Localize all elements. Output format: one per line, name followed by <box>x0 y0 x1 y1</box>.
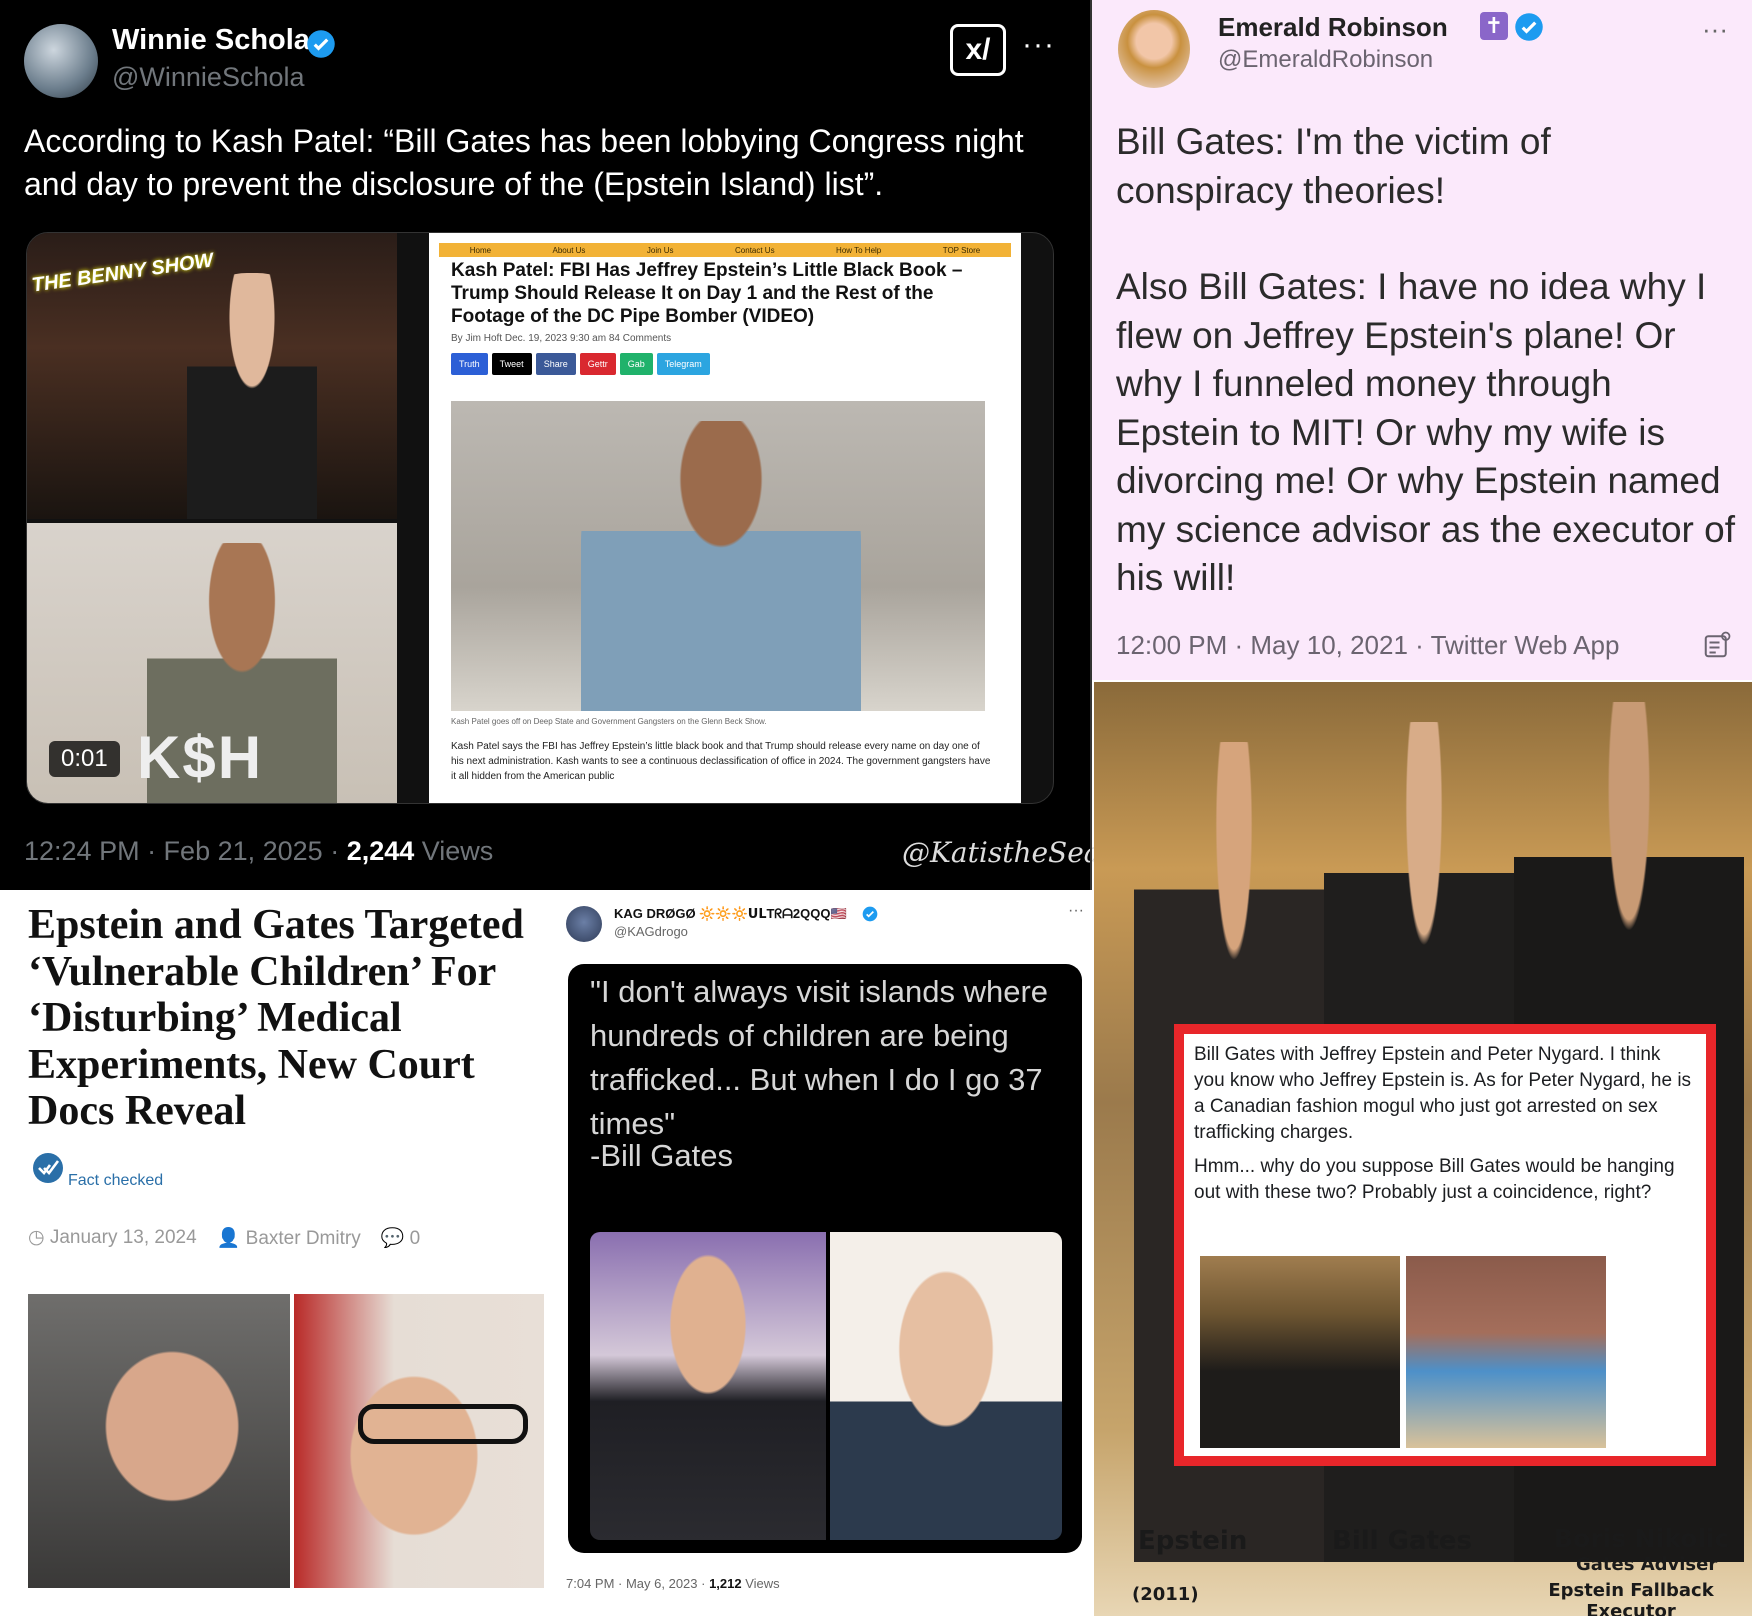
article-photo <box>451 401 985 711</box>
cross-icon: ✝ <box>1480 12 1508 40</box>
video-frame-host: THE BENNY SHOW <box>27 233 397 519</box>
photo-caption: Kash Patel goes off on Deep State and Go… <box>451 717 767 726</box>
author-name[interactable]: Winnie Schola <box>112 24 310 57</box>
thumbnail-image <box>1406 1256 1606 1448</box>
meme-quote: "I don't always visit islands where hund… <box>590 974 1049 1141</box>
date-item: ◷ January 13, 2024 <box>28 1227 197 1248</box>
kash-patel-image <box>581 421 861 711</box>
article-nav: Home About Us Join Us Contact Us How To … <box>439 243 1011 257</box>
video-frame-guest: K$H 0:01 <box>27 523 397 803</box>
label-boris: Boris Nikolic <box>1554 1524 1730 1553</box>
more-options-icon[interactable]: ··· <box>1702 14 1728 45</box>
fact-checked-label[interactable]: Fact checked <box>68 1172 163 1190</box>
video-duration: 0:01 <box>49 741 120 777</box>
verified-badge-icon <box>1515 13 1543 41</box>
avatar[interactable] <box>24 24 98 98</box>
tweet-kagdrogo: KAG DRØGØ 🔆🔆🔆ᑌᒪTᖇᗩ2QQQ🇺🇸 @KAGdrogo ··· "… <box>552 892 1092 1616</box>
article-screenshot: Home About Us Join Us Contact Us How To … <box>429 233 1021 803</box>
share-gab: Gab <box>619 353 653 375</box>
tweet-meta[interactable]: 12:00 PM · May 10, 2021 · Twitter Web Ap… <box>1116 630 1619 661</box>
epstein-gates-photo: Bill Gates with Jeffrey Epstein and Pete… <box>1094 682 1752 1616</box>
article-title: Kash Patel: FBI Has Jeffrey Epstein’s Li… <box>451 260 963 327</box>
more-options-icon[interactable]: ··· <box>1022 28 1055 62</box>
gates-image <box>830 1232 1062 1540</box>
share-tweet: Tweet <box>491 353 532 375</box>
watermark: @KatistheSea3 <box>902 836 1119 869</box>
grok-icon[interactable]: x/ <box>950 24 1006 76</box>
share-truth: Truth <box>451 353 488 375</box>
tweet-text: Bill Gates: I'm the victim of conspiracy… <box>1116 118 1736 603</box>
share-gettr: Gettr <box>579 353 616 375</box>
meme-attribution: -Bill Gates <box>590 1138 733 1173</box>
view-count: 1,212 <box>709 1576 742 1591</box>
nav-item: About Us <box>552 245 586 255</box>
author-item[interactable]: 👤 Baxter Dmitry <box>217 1226 361 1250</box>
label-epstein: Epstein <box>1138 1526 1248 1556</box>
show-logo: THE BENNY SHOW <box>30 249 215 297</box>
tweet-text: According to Kash Patel: “Bill Gates has… <box>24 123 1024 202</box>
shirt-text: K$H <box>137 724 264 791</box>
more-options-icon[interactable]: ··· <box>1068 902 1084 920</box>
meme-card[interactable]: "I don't always visit islands where hund… <box>568 964 1082 1553</box>
author-handle[interactable]: @KAGdrogo <box>614 924 688 939</box>
share-telegram: Telegram <box>656 353 710 375</box>
tweet-footer: 12:24 PM · Feb 21, 2025 · 2,244 Views <box>24 836 493 867</box>
news-article: Epstein and Gates Targeted ‘Vulnerable C… <box>0 892 550 1616</box>
caption-paragraph: Bill Gates with Jeffrey Epstein and Pete… <box>1194 1044 1692 1143</box>
nav-item: Contact Us <box>735 245 775 255</box>
glasses-shape <box>358 1404 528 1444</box>
verified-badge-icon <box>307 30 335 58</box>
epstein-image <box>28 1294 290 1588</box>
caption-text: Bill Gates with Jeffrey Epstein and Pete… <box>1194 1042 1694 1206</box>
tweet-media[interactable]: THE BENNY SHOW K$H 0:01 Home About Us Jo… <box>26 232 1054 804</box>
article-meta: By Jim Hoft Dec. 19, 2023 9:30 am 84 Com… <box>451 333 672 344</box>
nav-item: Join Us <box>646 245 674 255</box>
author-handle[interactable]: @EmeraldRobinson <box>1218 46 1433 74</box>
tweet-timestamp[interactable]: 12:24 PM · Feb 21, 2025 · <box>24 836 347 866</box>
facebook-caption-box: Bill Gates with Jeffrey Epstein and Pete… <box>1174 1024 1716 1466</box>
avatar[interactable] <box>566 906 602 942</box>
article-author: Baxter Dmitry <box>245 1228 361 1249</box>
fact-check-icon <box>33 1153 63 1183</box>
nav-item: How To Help <box>836 245 882 255</box>
thumbnail-image <box>1200 1256 1400 1448</box>
label-year: (2011) <box>1132 1584 1199 1605</box>
nav-item: TOP Store <box>942 245 981 255</box>
tweet-winnie-schola: Winnie Schola @WinnieSchola x/ ··· Accor… <box>0 0 1118 890</box>
article-photo <box>28 1294 544 1588</box>
tweet-line: Also Bill Gates: I have no idea why I fl… <box>1116 266 1736 598</box>
host-image <box>187 273 317 519</box>
view-count: 2,244 <box>346 836 415 866</box>
analytics-icon[interactable] <box>1702 630 1732 660</box>
tweet-line: Bill Gates: I'm the victim of conspiracy… <box>1116 121 1551 211</box>
avatar[interactable] <box>1118 10 1190 88</box>
label-gates: Bill Gates <box>1332 1526 1473 1556</box>
tweet-emerald-robinson: Emerald Robinson ✝ @EmeraldRobinson ··· … <box>1092 0 1752 680</box>
tweet-spacer <box>1116 215 1736 263</box>
nav-item: Home <box>469 245 492 255</box>
article-headline[interactable]: Epstein and Gates Targeted ‘Vulnerable C… <box>28 902 548 1135</box>
article-date: January 13, 2024 <box>49 1227 197 1248</box>
share-buttons: Truth Tweet Share Gettr Gab Telegram <box>451 353 710 375</box>
views-label: Views <box>414 836 494 866</box>
article-body: Kash Patel says the FBI has Jeffrey Epst… <box>451 741 991 782</box>
author-name[interactable]: KAG DRØGØ 🔆🔆🔆ᑌᒪTᖇᗩ2QQQ🇺🇸 <box>614 906 847 922</box>
epstein-image <box>590 1232 826 1540</box>
comments-item[interactable]: 💬 0 <box>381 1226 421 1250</box>
label-fallback: Epstein Fallback Executor <box>1548 1580 1714 1616</box>
article-meta: ◷ January 13, 2024 👤 Baxter Dmitry 💬 0 <box>28 1226 420 1250</box>
share-facebook: Share <box>535 353 576 375</box>
caption-paragraph: Hmm... why do you suppose Bill Gates wou… <box>1194 1156 1675 1203</box>
author-name[interactable]: Emerald Robinson <box>1218 12 1448 43</box>
tweet-footer: 7:04 PM · May 6, 2023 · 1,212 Views <box>566 1576 780 1591</box>
comment-count: 0 <box>409 1228 421 1249</box>
author-handle[interactable]: @WinnieSchola <box>112 62 305 93</box>
verified-badge-icon <box>862 906 878 922</box>
label-adviser: Gates Adviser <box>1576 1554 1718 1575</box>
views-label: Views <box>741 1576 780 1591</box>
tweet-timestamp[interactable]: 7:04 PM · May 6, 2023 · <box>566 1576 709 1591</box>
